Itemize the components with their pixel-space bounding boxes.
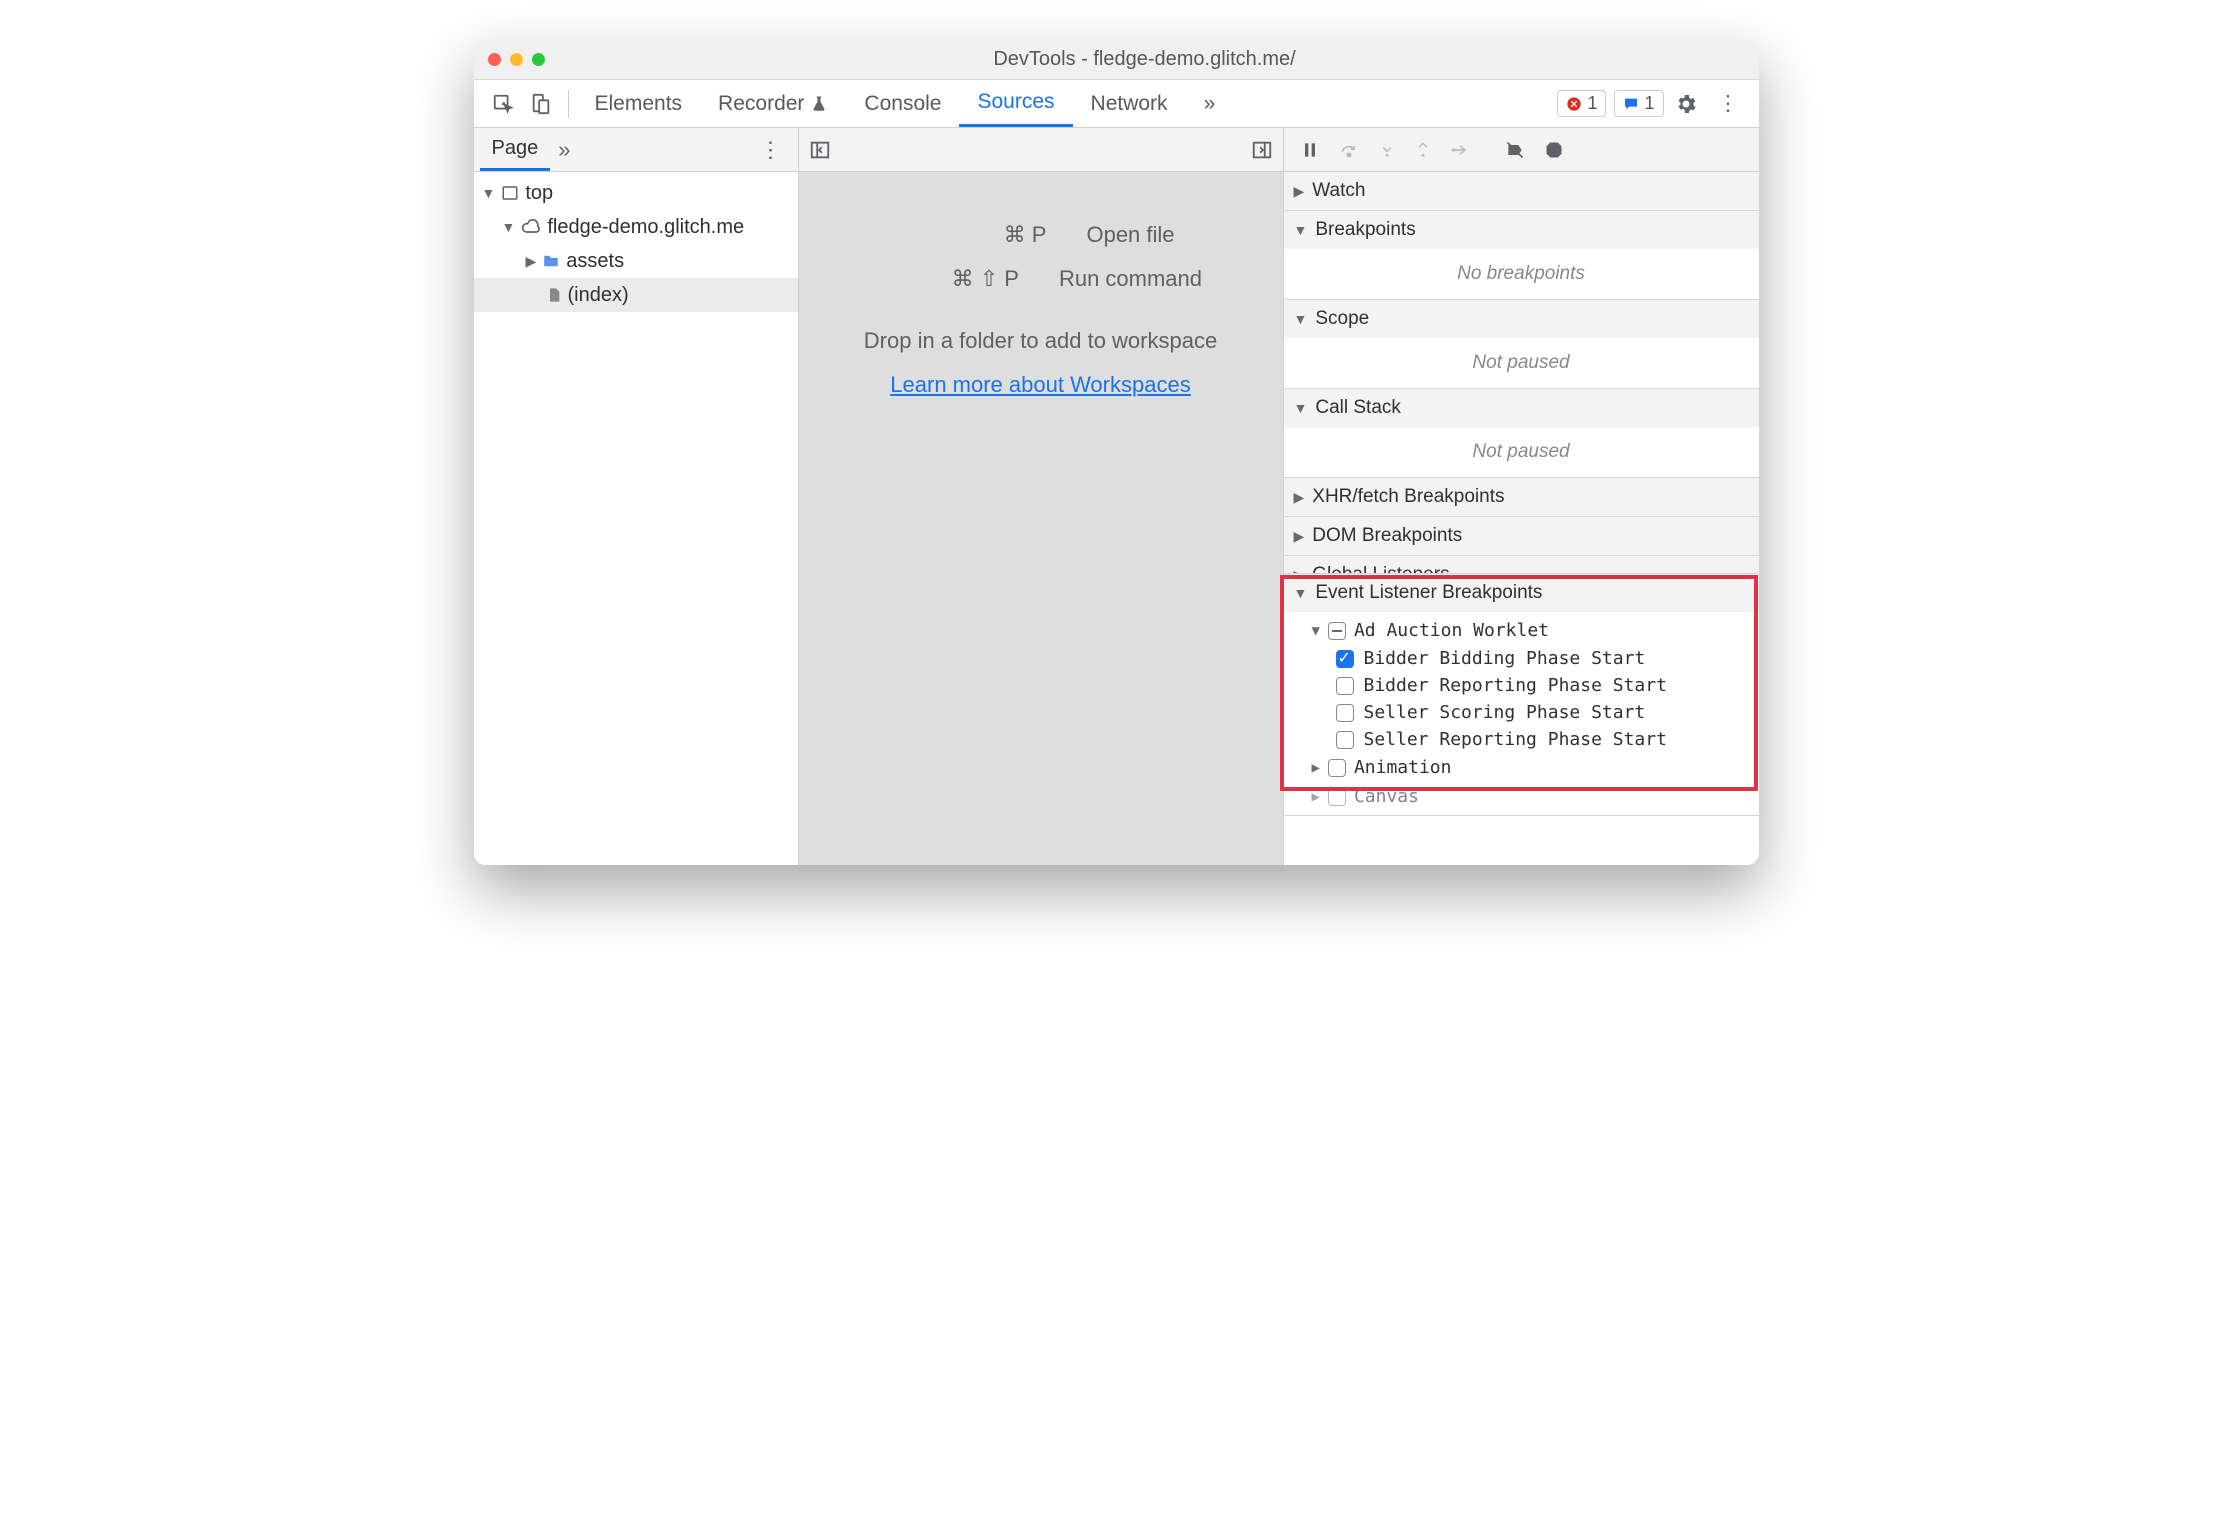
event-breakpoint-label: Bidder Reporting Phase Start (1364, 675, 1667, 696)
tabs-overflow-button[interactable]: » (1186, 80, 1234, 127)
cloud-icon (521, 217, 541, 237)
tab-console[interactable]: Console (846, 80, 959, 127)
xhr-breakpoints-section-header[interactable]: ▶XHR/fetch Breakpoints (1284, 478, 1759, 516)
scope-not-paused-label: Not paused (1284, 346, 1759, 380)
device-toolbar-icon[interactable] (522, 89, 560, 119)
category-checkbox[interactable] (1328, 622, 1346, 640)
window-close-button[interactable] (488, 53, 501, 66)
tree-folder-assets[interactable]: ▶ assets (474, 244, 798, 278)
breakpoints-section-header[interactable]: ▼Breakpoints (1284, 211, 1759, 249)
scope-section-header[interactable]: ▼Scope (1284, 300, 1759, 338)
step-over-button[interactable] (1330, 136, 1368, 164)
event-breakpoint-item[interactable]: Bidder Reporting Phase Start (1284, 672, 1759, 699)
inspect-element-icon[interactable] (484, 89, 522, 119)
chevron-down-icon: ▼ (1294, 585, 1308, 601)
checkbox[interactable] (1336, 677, 1354, 695)
window-minimize-button[interactable] (510, 53, 523, 66)
workspace-drop-hint: Drop in a folder to add to workspace (846, 328, 1235, 354)
deactivate-breakpoints-button[interactable] (1496, 136, 1534, 164)
watch-section-header[interactable]: ▶Watch (1284, 172, 1759, 210)
file-icon (546, 286, 562, 304)
pause-button[interactable] (1292, 136, 1328, 164)
chevron-down-icon: ▼ (1294, 311, 1308, 327)
checkbox[interactable] (1336, 731, 1354, 749)
step-into-button[interactable] (1370, 136, 1404, 164)
navigator-overflow-button[interactable]: » (550, 133, 578, 167)
error-icon (1566, 96, 1582, 112)
show-navigator-icon[interactable] (809, 139, 831, 161)
event-breakpoint-item[interactable]: Seller Reporting Phase Start (1284, 726, 1759, 753)
errors-badge[interactable]: 1 (1557, 90, 1606, 117)
pause-on-exceptions-button[interactable] (1536, 136, 1572, 164)
category-checkbox[interactable] (1328, 788, 1346, 806)
chevron-right-icon: ▶ (526, 253, 537, 270)
tree-frame-top[interactable]: ▼ top (474, 176, 798, 210)
frame-icon (501, 184, 519, 202)
tree-file-index[interactable]: (index) (474, 278, 798, 312)
messages-badge[interactable]: 1 (1614, 90, 1663, 117)
message-icon (1623, 96, 1639, 112)
learn-workspaces-link[interactable]: Learn more about Workspaces (890, 372, 1190, 398)
animation-category[interactable]: ▶ Animation (1284, 753, 1759, 782)
category-checkbox[interactable] (1328, 759, 1346, 777)
tab-recorder[interactable]: Recorder (700, 80, 846, 127)
chevron-down-icon: ▼ (1294, 400, 1308, 416)
window-titlebar: DevTools - fledge-demo.glitch.me/ (474, 40, 1759, 80)
run-command-shortcut: ⌘ ⇧ P (879, 266, 1019, 292)
canvas-category[interactable]: ▶ Canvas (1284, 782, 1759, 811)
chevron-down-icon: ▼ (482, 185, 496, 201)
chevron-down-icon: ▼ (1294, 222, 1308, 238)
callstack-not-paused-label: Not paused (1284, 435, 1759, 469)
checkbox[interactable] (1336, 704, 1354, 722)
callstack-section-header[interactable]: ▼Call Stack (1284, 389, 1759, 427)
chevron-right-icon: ▶ (1294, 183, 1305, 200)
step-button[interactable] (1442, 136, 1478, 164)
event-breakpoint-label: Bidder Bidding Phase Start (1364, 648, 1646, 669)
event-breakpoint-label: Seller Scoring Phase Start (1364, 702, 1646, 723)
open-file-label: Open file (1086, 222, 1174, 248)
tab-network[interactable]: Network (1073, 80, 1186, 127)
ad-auction-worklet-category[interactable]: ▼ Ad Auction Worklet (1284, 616, 1759, 645)
show-debugger-icon[interactable] (1251, 139, 1273, 161)
tab-sources[interactable]: Sources (959, 80, 1072, 127)
chevron-right-icon: ▶ (1294, 489, 1305, 506)
event-breakpoint-item[interactable]: Bidder Bidding Phase Start (1284, 645, 1759, 672)
global-listeners-section-header[interactable]: ▶Global Listeners (1284, 556, 1759, 574)
checkbox[interactable] (1336, 650, 1354, 668)
more-options-icon[interactable]: ⋮ (1708, 85, 1749, 122)
chevron-right-icon: ▶ (1312, 789, 1320, 805)
dom-breakpoints-section-header[interactable]: ▶DOM Breakpoints (1284, 517, 1759, 555)
tree-domain[interactable]: ▼ fledge-demo.glitch.me (474, 210, 798, 244)
window-zoom-button[interactable] (532, 53, 545, 66)
file-tree: ▼ top ▼ fledge-demo.glitch.me ▶ assets (… (474, 172, 798, 865)
devtools-toolbar: Elements Recorder Console Sources Networ… (474, 80, 1759, 128)
tab-elements[interactable]: Elements (577, 80, 701, 127)
chevron-right-icon: ▶ (1294, 528, 1305, 545)
event-breakpoint-item[interactable]: Seller Scoring Phase Start (1284, 699, 1759, 726)
flask-icon (810, 95, 828, 113)
page-tab[interactable]: Page (480, 129, 551, 171)
navigator-menu-icon[interactable]: ⋮ (750, 131, 792, 169)
open-file-shortcut: ⌘ P (906, 222, 1046, 248)
chevron-down-icon: ▼ (1312, 623, 1320, 639)
run-command-label: Run command (1059, 266, 1202, 292)
chevron-right-icon: ▶ (1312, 760, 1320, 776)
window-title: DevTools - fledge-demo.glitch.me/ (545, 48, 1745, 71)
settings-icon[interactable] (1664, 86, 1708, 122)
step-out-button[interactable] (1406, 136, 1440, 164)
folder-icon (542, 252, 560, 270)
chevron-down-icon: ▼ (502, 219, 516, 235)
event-breakpoint-label: Seller Reporting Phase Start (1364, 729, 1667, 750)
no-breakpoints-label: No breakpoints (1284, 257, 1759, 291)
chevron-right-icon: ▶ (1294, 567, 1305, 575)
event-listener-breakpoints-header[interactable]: ▼Event Listener Breakpoints (1284, 574, 1759, 612)
